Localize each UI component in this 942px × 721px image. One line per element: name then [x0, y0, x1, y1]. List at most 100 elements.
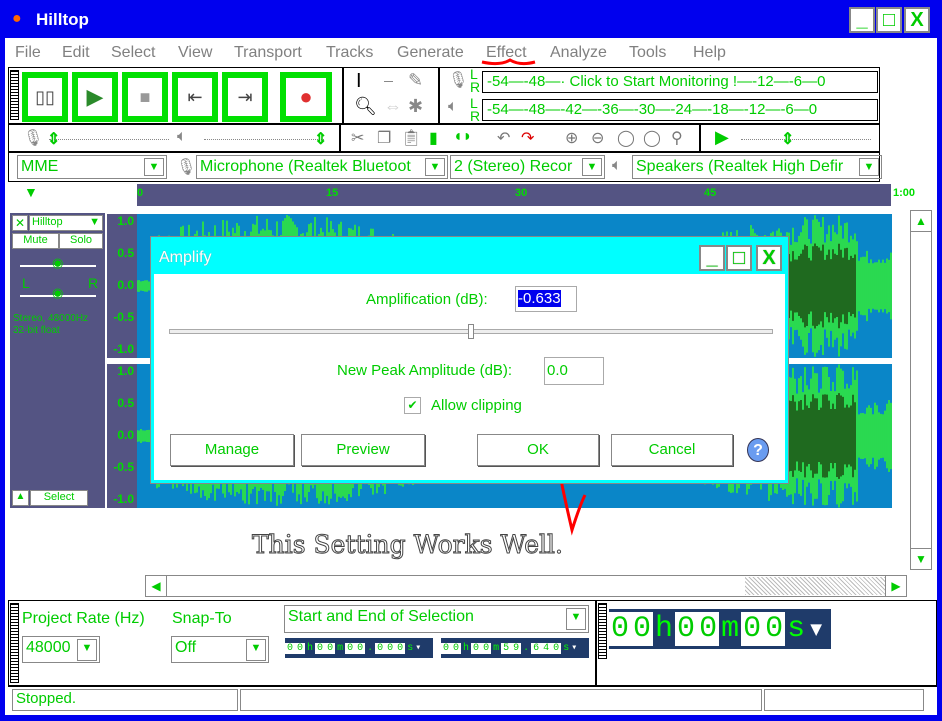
play-at-speed-icon[interactable]: ▶ [715, 127, 729, 148]
selection-end-time[interactable]: 0 0 h 0 0 m 5 9. 6 4 0 s ▾ [441, 638, 589, 658]
menu-edit[interactable]: Edit [62, 44, 90, 62]
zoom-tool-icon[interactable]: 🔍︎ [354, 96, 377, 117]
menu-tools[interactable]: Tools [629, 44, 666, 62]
scroll-left-button[interactable]: ◀ [145, 575, 167, 597]
menu-file[interactable]: File [15, 44, 41, 62]
chevron-down-icon[interactable]: ▾ [571, 642, 577, 654]
chevron-down-icon[interactable]: ▼ [566, 608, 586, 630]
scroll-down-button[interactable]: ▼ [910, 548, 932, 570]
menu-analyze[interactable]: Analyze [550, 44, 607, 62]
fit-project-icon[interactable]: ◯ [643, 128, 661, 148]
slider-thumb[interactable]: ⇕ [47, 129, 60, 149]
timeline-options-icon[interactable]: ▼ [24, 184, 38, 200]
menu-view[interactable]: View [178, 44, 212, 62]
chevron-down-icon[interactable]: ▾ [807, 611, 825, 648]
selection-tool-icon[interactable]: I [356, 70, 362, 93]
scroll-up-button[interactable]: ▲ [910, 210, 932, 232]
stop-button[interactable]: ■ [122, 72, 168, 122]
axis-label: -0.5 [113, 310, 134, 324]
speed-slider[interactable] [741, 139, 871, 140]
help-button[interactable]: ? [747, 438, 769, 462]
chevron-down-icon[interactable]: ▼ [144, 158, 164, 176]
close-track-button[interactable]: ✕ [12, 215, 28, 231]
menu-effect[interactable]: Effect [486, 44, 527, 62]
timeline-ruler[interactable]: 0 15 30 45 1:00 [137, 184, 915, 206]
toolbar-grip[interactable] [598, 603, 607, 659]
record-meter[interactable]: -54—-48—· Click to Start Monitoring !—-1… [482, 71, 878, 93]
slider-thumb[interactable]: ◉ [52, 285, 63, 301]
scroll-right-button[interactable]: ▶ [885, 575, 907, 597]
timeshift-tool-icon[interactable]: ⇔ [384, 96, 402, 117]
playback-device-select[interactable]: Speakers (Realtek High Defir ▼ [632, 155, 882, 179]
chevron-down-icon[interactable]: ▼ [77, 639, 97, 661]
menu-transport[interactable]: Transport [234, 44, 302, 62]
undo-icon[interactable]: ↶ [497, 128, 510, 148]
snap-to-select[interactable]: Off ▼ [171, 636, 269, 663]
record-volume-slider[interactable] [49, 139, 169, 140]
draw-tool-icon[interactable]: ✎ [408, 70, 423, 91]
skip-to-start-button[interactable]: ⇤ [172, 72, 218, 122]
envelope-tool-icon[interactable]: ⎯ [384, 70, 393, 91]
slider-thumb[interactable]: ◉ [52, 255, 63, 271]
multi-tool-icon[interactable]: ✱ [408, 96, 423, 117]
menu-help[interactable]: Help [693, 44, 726, 62]
redo-icon[interactable]: ↷ [521, 128, 534, 148]
menu-tracks[interactable]: Tracks [326, 44, 373, 62]
zoom-out-icon[interactable]: ⊖ [591, 128, 604, 148]
mute-button[interactable]: Mute [12, 233, 59, 249]
copy-icon[interactable]: ❐ [377, 128, 391, 148]
maximize-button[interactable]: □ [876, 7, 902, 33]
ok-button[interactable]: OK [477, 434, 599, 466]
slider-thumb[interactable]: ⇕ [314, 129, 327, 149]
track-menu-button[interactable]: Hilltop ▼ [29, 215, 103, 231]
playback-meter[interactable]: -54—-48—-42—-36—-30—-24—-18—-12—-6—0 [482, 99, 878, 121]
chevron-down-icon[interactable]: ▼ [246, 639, 266, 661]
zoom-toggle-icon[interactable]: ⚲ [671, 128, 683, 148]
skip-to-end-button[interactable]: ⇥ [222, 72, 268, 122]
channels-select[interactable]: 2 (Stereo) Recor ▼ [450, 155, 605, 179]
peak-amplitude-input[interactable]: 0.0 [544, 357, 604, 385]
toolbar-grip[interactable] [10, 70, 19, 120]
recording-device-select[interactable]: Microphone (Realtek Bluetoot ▼ [196, 155, 448, 179]
cancel-button[interactable]: Cancel [611, 434, 733, 466]
audio-position-time[interactable]: 0 0 h 0 0 m 0 0 s ▾ [609, 609, 831, 649]
dialog-close-button[interactable]: X [756, 245, 782, 271]
trim-icon[interactable]: ▮ [429, 128, 438, 148]
vertical-scrollbar[interactable] [910, 210, 932, 570]
solo-button[interactable]: Solo [59, 233, 103, 249]
chevron-down-icon[interactable]: ▼ [425, 158, 445, 176]
scroll-track[interactable] [745, 577, 885, 595]
chevron-down-icon[interactable]: ▼ [859, 158, 879, 176]
close-button[interactable]: X [904, 7, 930, 33]
selection-start-time[interactable]: 0 0 h 0 0 m 0 0. 0 0 0 s ▾ [285, 638, 433, 658]
chevron-down-icon[interactable]: ▼ [582, 158, 602, 176]
chevron-down-icon[interactable]: ▾ [415, 642, 421, 654]
playback-volume-slider[interactable] [204, 139, 324, 140]
slider-thumb[interactable]: ⇕ [781, 129, 794, 149]
collapse-track-button[interactable]: ▲ [12, 490, 29, 506]
toolbar-grip[interactable] [10, 603, 19, 683]
paste-icon[interactable]: 📋︎ [401, 128, 421, 148]
preview-button[interactable]: Preview [301, 434, 425, 466]
allow-clipping-label[interactable]: Allow clipping [431, 397, 522, 414]
project-rate-select[interactable]: 48000 ▼ [22, 636, 100, 663]
manage-button[interactable]: Manage [170, 434, 294, 466]
selection-mode-select[interactable]: Start and End of Selection ▼ [284, 605, 589, 633]
menu-select[interactable]: Select [111, 44, 155, 62]
slider-thumb[interactable] [468, 324, 474, 339]
dialog-maximize-button[interactable]: □ [726, 245, 752, 271]
record-button[interactable]: ● [280, 72, 332, 122]
pause-button[interactable]: ▯▯ [22, 72, 68, 122]
allow-clipping-checkbox[interactable]: ✔ [404, 397, 421, 414]
dialog-minimize-button[interactable]: _ [699, 245, 725, 271]
cut-icon[interactable]: ✂ [351, 128, 364, 148]
select-track-button[interactable]: Select [30, 490, 88, 506]
zoom-in-icon[interactable]: ⊕ [565, 128, 578, 148]
minimize-button[interactable]: _ [849, 7, 875, 33]
audio-host-select[interactable]: MME ▼ [17, 155, 167, 179]
menu-generate[interactable]: Generate [397, 44, 464, 62]
silence-icon[interactable]: ◖◗ [453, 128, 472, 146]
amplification-input[interactable]: -0.633 [515, 286, 577, 312]
play-button[interactable]: ▶ [72, 72, 118, 122]
fit-selection-icon[interactable]: ◯ [617, 128, 635, 148]
